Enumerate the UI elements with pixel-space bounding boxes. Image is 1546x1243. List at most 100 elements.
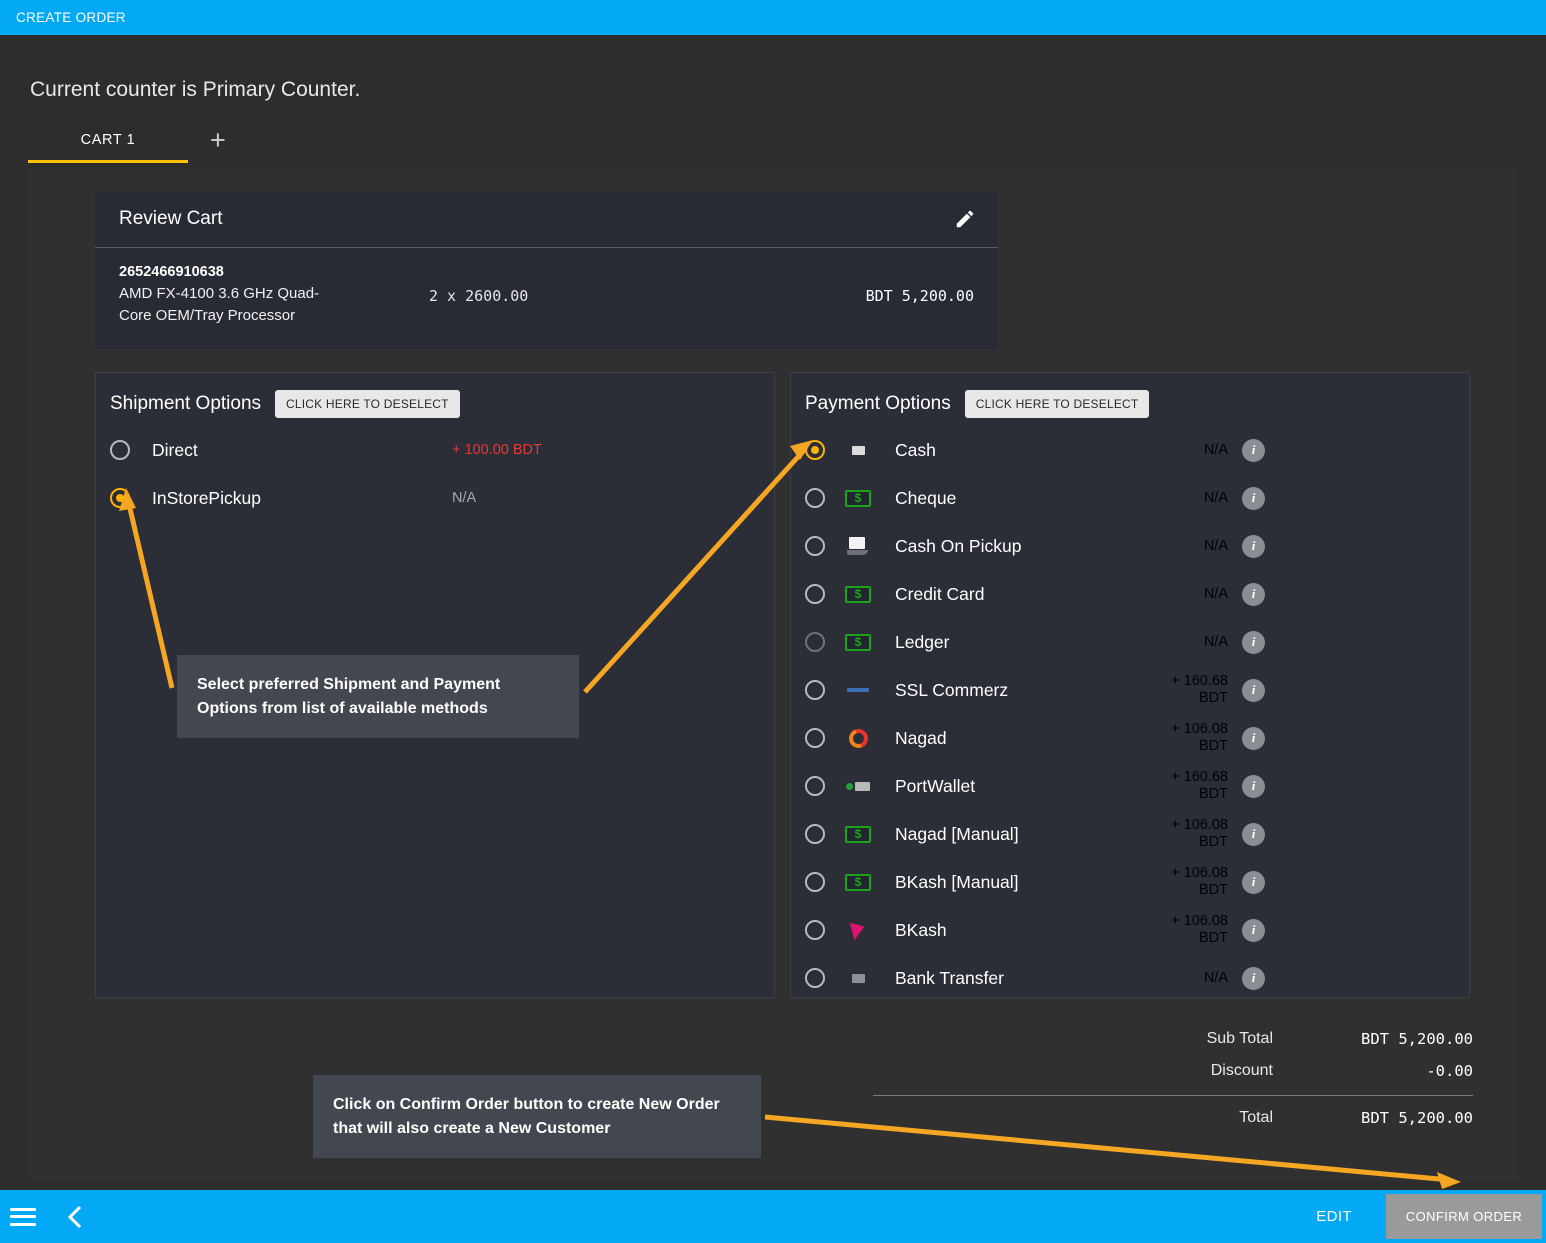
payment-info-icon[interactable]: i <box>1242 630 1265 654</box>
payment-radio[interactable] <box>805 440 825 460</box>
bottom-action-bar: EDIT CONFIRM ORDER <box>0 1190 1546 1243</box>
callout-confirm-order: Click on Confirm Order button to create … <box>313 1075 761 1159</box>
payment-deselect-button[interactable]: CLICK HERE TO DESELECT <box>964 390 1150 418</box>
tab-cart-1[interactable]: CART 1 <box>28 126 188 163</box>
payment-option-label: Cash <box>895 439 936 460</box>
payment-option-price: N/A <box>1203 969 1228 986</box>
payment-option-label: BKash [Manual] <box>895 871 1019 892</box>
cart-item-name: AMD FX-4100 3.6 GHz Quad-Core OEM/Tray P… <box>119 285 320 324</box>
review-cart-title: Review Cart <box>119 208 223 229</box>
payment-radio[interactable] <box>805 680 825 700</box>
payment-info-icon[interactable]: i <box>1242 918 1265 942</box>
shipment-radio[interactable] <box>110 440 130 460</box>
payment-info-icon[interactable]: i <box>1242 582 1265 606</box>
payment-method-icon <box>843 445 873 455</box>
payment-info-icon[interactable]: i <box>1242 678 1265 702</box>
subtotal-row: Sub Total BDT 5,200.00 <box>873 1023 1473 1055</box>
payment-method-icon <box>843 781 873 791</box>
confirm-order-button[interactable]: CONFIRM ORDER <box>1386 1194 1542 1239</box>
payment-option-label: SSL Commerz <box>895 679 1009 700</box>
chevron-left-icon[interactable] <box>66 1203 84 1231</box>
payment-info-icon[interactable]: i <box>1242 966 1265 990</box>
payment-radio[interactable] <box>805 824 825 844</box>
payment-info-icon[interactable]: i <box>1242 726 1265 750</box>
shipment-deselect-button[interactable]: CLICK HERE TO DESELECT <box>275 390 460 418</box>
shipment-option-row[interactable]: InStorePickup N/A <box>96 474 774 522</box>
payment-info-icon[interactable]: i <box>1242 534 1265 558</box>
sslcommerz-icon <box>847 688 869 692</box>
payment-option-label: Credit Card <box>895 583 985 604</box>
payment-option-row[interactable]: BKash + 106.08 BDT i <box>791 906 1469 954</box>
cart-item-quantity-price: 2 x 2600.00 <box>429 287 529 305</box>
shipment-option-price: + 100.00 BDT <box>452 442 542 458</box>
payment-options-header: Payment Options CLICK HERE TO DESELECT <box>791 373 1469 426</box>
payment-option-row[interactable]: Cash On Pickup N/A i <box>791 522 1469 570</box>
total-row: Total BDT 5,200.00 <box>873 1102 1473 1134</box>
payment-options-panel: Payment Options CLICK HERE TO DESELECT C… <box>790 372 1470 998</box>
top-app-bar: CREATE ORDER <box>0 0 1546 35</box>
payment-method-icon: $ <box>843 585 873 603</box>
payment-radio[interactable] <box>805 872 825 892</box>
payment-radio[interactable] <box>805 536 825 556</box>
payment-method-icon <box>843 973 873 983</box>
review-cart-header: Review Cart <box>95 191 998 248</box>
money-icon: $ <box>845 633 871 651</box>
payment-method-icon: $ <box>843 633 873 651</box>
cart-item-info: 2652466910638 AMD FX-4100 3.6 GHz Quad-C… <box>119 264 429 327</box>
payment-option-label: Ledger <box>895 631 950 652</box>
payment-option-price: + 106.08 BDT <box>1171 913 1228 946</box>
payment-option-price: + 160.68 BDT <box>1171 673 1228 706</box>
shipment-radio[interactable] <box>110 488 130 508</box>
payment-option-row[interactable]: $ Nagad [Manual] + 106.08 BDT i <box>791 810 1469 858</box>
payment-info-icon[interactable]: i <box>1242 774 1265 798</box>
payment-method-icon: $ <box>843 825 873 843</box>
payment-info-icon[interactable]: i <box>1242 438 1265 462</box>
shipment-option-row[interactable]: Direct + 100.00 BDT <box>96 426 774 474</box>
payment-radio[interactable] <box>805 632 825 652</box>
payment-option-row[interactable]: Cash N/A i <box>791 426 1469 474</box>
payment-option-row[interactable]: Nagad + 106.08 BDT i <box>791 714 1469 762</box>
payment-option-row[interactable]: $ Ledger N/A i <box>791 618 1469 666</box>
payment-option-row[interactable]: PortWallet + 160.68 BDT i <box>791 762 1469 810</box>
payment-option-price: + 106.08 BDT <box>1171 721 1228 754</box>
payment-option-label: Nagad <box>895 727 947 748</box>
payment-options-title: Payment Options <box>805 393 951 414</box>
total-value: BDT 5,200.00 <box>1361 1109 1473 1127</box>
payment-option-label: Cheque <box>895 487 957 508</box>
payment-option-row[interactable]: $ BKash [Manual] + 106.08 BDT i <box>791 858 1469 906</box>
hamburger-icon[interactable] <box>10 1207 36 1226</box>
payment-option-row[interactable]: SSL Commerz + 160.68 BDT i <box>791 666 1469 714</box>
pencil-icon[interactable] <box>954 208 976 230</box>
payment-radio[interactable] <box>805 920 825 940</box>
payment-option-row[interactable]: Bank Transfer N/A i <box>791 954 1469 1002</box>
payment-radio[interactable] <box>805 968 825 988</box>
portwallet-icon <box>846 781 870 791</box>
payment-radio[interactable] <box>805 776 825 796</box>
discount-label: Discount <box>1210 1062 1273 1079</box>
edit-button[interactable]: EDIT <box>1316 1208 1352 1225</box>
payment-option-price: + 106.08 BDT <box>1171 817 1228 850</box>
payment-info-icon[interactable]: i <box>1242 822 1265 846</box>
payment-option-price: + 106.08 BDT <box>1171 865 1228 898</box>
page-title: CREATE ORDER <box>16 10 126 25</box>
payment-radio[interactable] <box>805 584 825 604</box>
wallet-hand-icon <box>847 537 869 555</box>
bkash-icon <box>849 919 867 941</box>
payment-method-icon <box>843 919 873 941</box>
payment-option-price: N/A <box>1203 585 1228 602</box>
payment-option-row[interactable]: $ Credit Card N/A i <box>791 570 1469 618</box>
money-icon: $ <box>845 825 871 843</box>
payment-radio[interactable] <box>805 488 825 508</box>
payment-option-price: N/A <box>1203 489 1228 506</box>
add-cart-button[interactable]: + <box>210 126 226 154</box>
discount-row: Discount -0.00 <box>873 1055 1473 1087</box>
payment-option-label: Nagad [Manual] <box>895 823 1019 844</box>
payment-option-price: + 160.68 BDT <box>1171 769 1228 802</box>
payment-option-row[interactable]: $ Cheque N/A i <box>791 474 1469 522</box>
payment-info-icon[interactable]: i <box>1242 486 1265 510</box>
payment-option-price: N/A <box>1203 441 1228 458</box>
shipment-option-label: Direct <box>152 439 198 460</box>
create-order-screen: CREATE ORDER Current counter is Primary … <box>0 0 1546 1243</box>
payment-radio[interactable] <box>805 728 825 748</box>
payment-info-icon[interactable]: i <box>1242 870 1265 894</box>
